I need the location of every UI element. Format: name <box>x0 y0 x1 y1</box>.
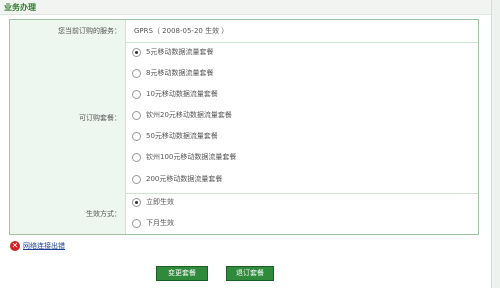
package-option[interactable]: 8元移动数据流量套餐 <box>132 67 213 79</box>
business-form: 您当前订购的服务： GPRS（ 2008-05-20 生效 ） 可订购套餐： 5… <box>9 19 479 235</box>
scrollbar[interactable] <box>491 0 500 288</box>
package-option-label: 10元移动数据流量套餐 <box>146 90 218 98</box>
current-service-value: GPRS（ 2008-05-20 生效 ） <box>134 27 229 35</box>
effect-option[interactable]: 立即生效 <box>132 196 174 208</box>
effect-label: 生效方式： <box>86 209 121 218</box>
page-title: 业务办理 <box>4 3 36 12</box>
package-option-label: 8元移动数据流量套餐 <box>146 69 214 77</box>
package-label-cell: 可订购套餐： <box>10 42 126 193</box>
effect-row: 生效方式： 立即生效 下月生效 <box>10 193 478 234</box>
effect-option[interactable]: 下月生效 <box>132 217 174 229</box>
network-error-link[interactable]: 网络连接出错 <box>23 241 65 251</box>
package-label: 可订购套餐： <box>79 113 121 122</box>
effect-option-label: 下月生效 <box>146 219 174 227</box>
package-row: 可订购套餐： 5元移动数据流量套餐 8元移动数据流量套餐 10元移动数据流量套餐… <box>10 42 478 194</box>
radio-button[interactable] <box>132 197 141 207</box>
current-service-label-cell: 您当前订购的服务： <box>10 20 126 42</box>
radio-button[interactable] <box>132 218 141 228</box>
package-option-label: 钦州20元移动数据流量套餐 <box>146 111 232 119</box>
package-option[interactable]: 10元移动数据流量套餐 <box>132 88 218 100</box>
effect-label-cell: 生效方式： <box>10 193 126 234</box>
radio-button[interactable] <box>132 68 141 78</box>
radio-button[interactable] <box>132 89 141 99</box>
header-bar: 业务办理 <box>0 0 500 15</box>
change-package-button[interactable]: 变更套餐 <box>156 266 208 281</box>
current-service-row: 您当前订购的服务： GPRS（ 2008-05-20 生效 ） <box>10 20 478 43</box>
effect-options: 立即生效 下月生效 <box>126 193 478 234</box>
network-error-notice: ✕ 网络连接出错 <box>10 241 65 251</box>
package-option-label: 钦州100元移动数据流量套餐 <box>146 153 237 161</box>
package-option[interactable]: 200元移动数据流量套餐 <box>132 173 222 185</box>
package-option[interactable]: 钦州100元移动数据流量套餐 <box>132 151 236 163</box>
package-option-label: 200元移动数据流量套餐 <box>146 175 223 183</box>
radio-button[interactable] <box>132 131 141 141</box>
cancel-package-button[interactable]: 退订套餐 <box>226 266 274 281</box>
radio-button[interactable] <box>132 110 141 120</box>
radio-button[interactable] <box>132 174 141 184</box>
radio-button[interactable] <box>132 47 141 57</box>
package-option-label: 5元移动数据流量套餐 <box>146 48 214 56</box>
package-option[interactable]: 50元移动数据流量套餐 <box>132 130 218 142</box>
package-option[interactable]: 5元移动数据流量套餐 <box>132 46 213 58</box>
current-service-value-cell: GPRS（ 2008-05-20 生效 ） <box>126 20 478 42</box>
current-service-label: 您当前订购的服务： <box>58 27 121 35</box>
error-x-icon: ✕ <box>10 241 20 251</box>
radio-button[interactable] <box>132 152 141 162</box>
effect-option-label: 立即生效 <box>146 198 174 206</box>
package-option[interactable]: 钦州20元移动数据流量套餐 <box>132 109 232 121</box>
package-option-label: 50元移动数据流量套餐 <box>146 132 218 140</box>
package-options: 5元移动数据流量套餐 8元移动数据流量套餐 10元移动数据流量套餐 钦州20元移… <box>126 42 478 193</box>
